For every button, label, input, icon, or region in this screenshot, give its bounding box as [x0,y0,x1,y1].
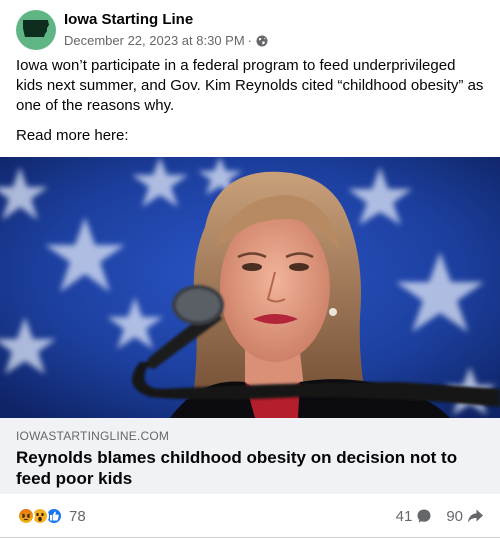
reactions-summary[interactable]: 78 [17,506,86,526]
share-count: 90 [446,507,463,525]
comments-link[interactable]: 41 [396,508,433,525]
globe-icon[interactable] [256,35,268,47]
link-preview-card[interactable]: IOWASTARTINGLINE.COM Reynolds blames chi… [0,418,500,494]
link-headline[interactable]: Reynolds blames childhood obesity on dec… [16,447,484,489]
comment-icon [417,509,431,523]
hero-photo [0,157,500,418]
comment-share-stats: 41 90 [396,506,484,526]
post-paragraph: Iowa won’t participate in a federal prog… [16,57,484,114]
reaction-count: 78 [69,507,86,525]
shares-link[interactable]: 90 [446,508,484,525]
post-body: Iowa won’t participate in a federal prog… [16,56,486,146]
link-preview-image[interactable] [0,157,500,418]
post-cta: Read more here: [16,127,129,144]
page-name-link[interactable]: Iowa Starting Line [64,11,193,28]
link-domain: IOWASTARTINGLINE.COM [16,429,170,443]
share-icon [468,509,483,523]
comment-count: 41 [395,507,413,525]
post-timestamp[interactable]: December 22, 2023 at 8:30 PM [64,33,245,48]
post-header: Iowa Starting Line December 22, 2023 at … [16,10,486,50]
angry-icon [17,507,35,525]
post-meta: December 22, 2023 at 8:30 PM · [64,33,268,48]
meta-separator: · [247,33,253,48]
page-avatar[interactable] [16,10,56,50]
iowa-logo-icon [23,20,49,37]
engagement-bar: 78 41 90 [0,494,500,538]
